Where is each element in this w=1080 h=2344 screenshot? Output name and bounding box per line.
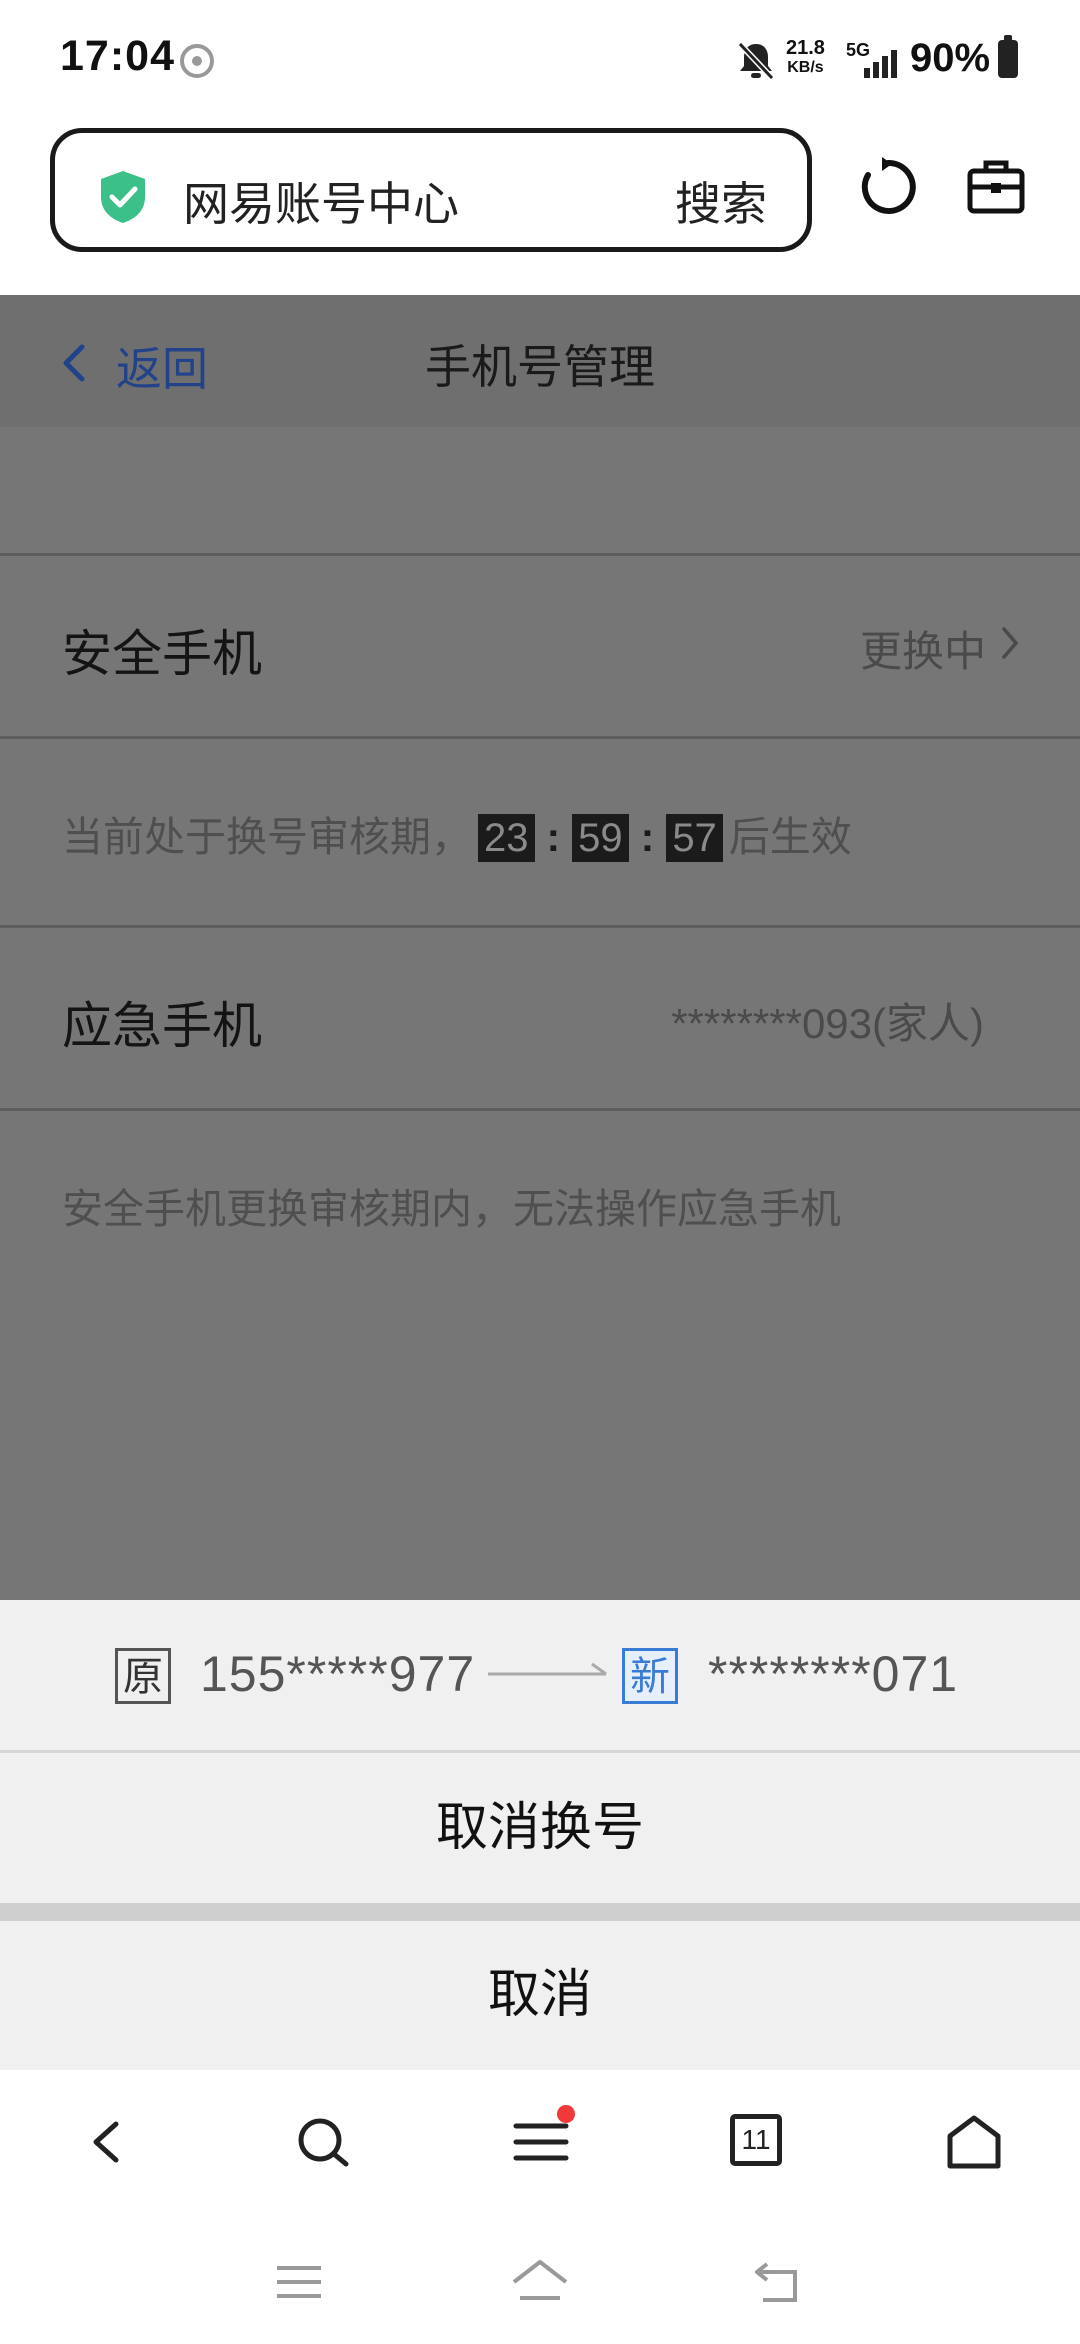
security-phone-row[interactable]: 安全手机 更换中 — [0, 556, 1080, 736]
tabs-button[interactable]: 11 — [730, 2114, 782, 2166]
timer-colon: : — [640, 814, 655, 860]
tabs-count: 11 — [741, 2124, 771, 2155]
timer-colon: : — [546, 814, 561, 860]
shield-check-icon — [101, 171, 145, 223]
review-hint-prefix: 当前处于换号审核期， — [62, 814, 472, 860]
review-hint-suffix: 后生效 — [728, 814, 852, 860]
status-bar: 17:04 21.8 KB/s 5G 90% — [0, 0, 1080, 125]
net-speed-value: 21.8 — [786, 37, 825, 59]
settings-notification-icon — [180, 44, 214, 78]
timer-hours: 23 — [478, 814, 535, 862]
battery-percentage: 90% — [910, 36, 991, 80]
old-number: 155*****977 — [200, 1646, 476, 1702]
divider — [0, 1108, 1080, 1111]
status-time: 17:04 — [60, 32, 175, 80]
emergency-phone-row: 应急手机 ********093(家人) — [0, 928, 1080, 1108]
page-nav-bar: 返回 手机号管理 — [0, 295, 1080, 427]
notification-badge — [557, 2105, 575, 2123]
search-icon[interactable] — [294, 2112, 354, 2172]
toolbox-icon[interactable] — [966, 157, 1026, 217]
security-phone-label: 安全手机 — [62, 626, 262, 682]
home-icon[interactable] — [944, 2112, 1004, 2172]
chevron-right-icon — [1002, 627, 1019, 659]
search-button[interactable]: 搜索 — [675, 168, 767, 234]
security-phone-status: 更换中 — [860, 628, 987, 675]
browser-bottom-nav: 11 — [0, 2070, 1080, 2220]
timer-minutes: 59 — [572, 814, 629, 862]
system-nav-bar — [0, 2220, 1080, 2344]
sheet-separator — [0, 1903, 1080, 1921]
browser-toolbar: 网易账号中心 搜索 — [0, 125, 1080, 295]
old-tag: 原 — [115, 1648, 171, 1704]
bottom-sheet: 原 155*****977 新 ********071 取消换号 取消 — [0, 1600, 1080, 2070]
review-period-hint: 当前处于换号审核期， 23:59:57 后生效 — [62, 803, 852, 863]
net-speed-unit: KB/s — [787, 59, 824, 76]
page-title: 手机号管理 — [425, 341, 655, 393]
cancel-button[interactable]: 取消 — [0, 1921, 1080, 2070]
back-icon[interactable] — [86, 2112, 126, 2172]
cancel-change-button[interactable]: 取消换号 — [0, 1753, 1080, 1903]
emergency-hint: 安全手机更换审核期内，无法操作应急手机 — [62, 1186, 841, 1232]
arrow-right-icon — [488, 1662, 607, 1676]
bell-muted-icon — [737, 41, 775, 81]
net-speed: 21.8 KB/s — [786, 38, 825, 78]
divider — [0, 736, 1080, 739]
page-content: 返回 手机号管理 安全手机 更换中 当前处于换号审核期， 23:59:57 后生效 … — [0, 295, 1080, 1600]
emergency-phone-label: 应急手机 — [62, 998, 262, 1054]
new-tag: 新 — [622, 1648, 678, 1704]
system-home-icon[interactable] — [510, 2258, 570, 2308]
emergency-phone-value: ********093(家人) — [671, 1000, 984, 1047]
address-bar[interactable]: 网易账号中心 搜索 — [50, 128, 812, 252]
menu-icon[interactable] — [512, 2104, 582, 2174]
recent-apps-icon[interactable] — [275, 2262, 323, 2302]
reload-icon[interactable] — [856, 155, 920, 219]
system-back-icon[interactable] — [755, 2260, 805, 2306]
timer-seconds: 57 — [666, 814, 723, 862]
phone-change-summary: 原 155*****977 新 ********071 — [0, 1600, 1080, 1750]
battery-icon — [998, 35, 1018, 78]
new-number: ********071 — [708, 1646, 959, 1702]
signal-icon — [864, 50, 897, 78]
url-title: 网易账号中心 — [183, 178, 459, 230]
